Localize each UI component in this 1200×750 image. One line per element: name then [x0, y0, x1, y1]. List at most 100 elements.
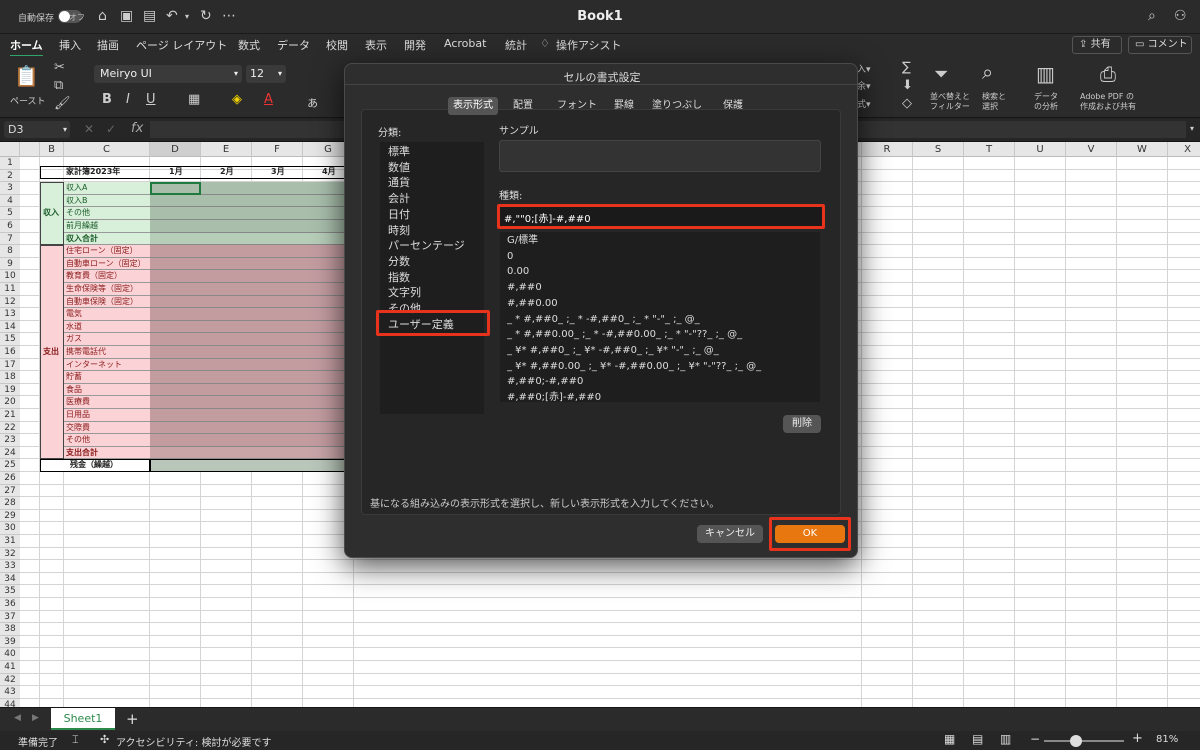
column-header[interactable]: B: [40, 142, 64, 157]
row-header[interactable]: 21: [0, 409, 20, 422]
expense-value-cells[interactable]: [150, 434, 354, 447]
income-value-cells[interactable]: [150, 220, 354, 233]
category-item[interactable]: 分数: [388, 254, 488, 270]
sheet-title[interactable]: 家計簿2023年: [66, 166, 120, 178]
column-header[interactable]: R: [862, 142, 913, 157]
format-list[interactable]: G/標準 0 0.00 #,##0 #,##0.00 _ * #,##0_ ;_ * -#…: [500, 232, 820, 402]
expense-item[interactable]: 電気: [66, 308, 82, 320]
income-value-cells[interactable]: [150, 207, 354, 220]
underline-icon[interactable]: U: [146, 92, 156, 107]
format-item[interactable]: _ * #,##0.00_ ;_ * -#,##0.00_ ;_ * "-"??…: [507, 327, 807, 343]
find-icon[interactable]: ⌕: [982, 60, 993, 84]
expense-item[interactable]: 教育費（固定）: [66, 270, 122, 282]
row-header[interactable]: 9: [0, 257, 20, 271]
row-header[interactable]: 29: [0, 509, 20, 523]
row-header[interactable]: 11: [0, 283, 20, 296]
category-item[interactable]: 標準: [388, 144, 488, 160]
copy-icon[interactable]: ⧉: [54, 78, 63, 93]
category-item[interactable]: 通貨: [388, 175, 488, 191]
tab-review[interactable]: 校閲: [326, 37, 348, 53]
expense-item[interactable]: その他: [66, 434, 90, 446]
analyze-data-icon[interactable]: ▥: [1036, 62, 1055, 86]
expense-item[interactable]: 日用品: [66, 409, 90, 421]
expense-item[interactable]: ガス: [66, 333, 82, 345]
add-sheet-icon[interactable]: +: [126, 710, 139, 728]
expense-value-cells[interactable]: [150, 308, 354, 321]
row-header[interactable]: 20: [0, 396, 20, 409]
search-icon[interactable]: ⌕: [1148, 8, 1156, 24]
dialog-tab-fill[interactable]: 塗りつぶし: [647, 97, 707, 115]
expense-item[interactable]: 交際費: [66, 422, 90, 434]
row-header[interactable]: 34: [0, 572, 20, 586]
zoom-level[interactable]: 81%: [1156, 734, 1178, 745]
column-header-a[interactable]: [20, 142, 40, 157]
expense-item[interactable]: 医療費: [66, 396, 90, 408]
row-header[interactable]: 8: [0, 245, 20, 258]
format-item[interactable]: _ ¥* #,##0.00_ ;_ ¥* -#,##0.00_ ;_ ¥* "-…: [507, 359, 807, 375]
prev-sheet-icon[interactable]: ◀: [14, 713, 21, 723]
row-header[interactable]: 41: [0, 661, 20, 674]
expense-value-cells[interactable]: [150, 396, 354, 409]
italic-icon[interactable]: I: [126, 92, 130, 107]
row-header[interactable]: 27: [0, 484, 20, 498]
zoom-slider-thumb[interactable]: [1070, 735, 1082, 747]
row-header[interactable]: 42: [0, 673, 20, 687]
row-header[interactable]: 26: [0, 472, 20, 485]
row-header[interactable]: 1: [0, 157, 20, 170]
category-item[interactable]: 時刻: [388, 223, 488, 239]
column-header[interactable]: X: [1168, 142, 1200, 157]
font-color-icon[interactable]: A: [264, 92, 273, 107]
balance-value-cells[interactable]: [150, 459, 354, 472]
expense-item[interactable]: 水道: [66, 321, 82, 333]
month-header[interactable]: 2月: [220, 166, 234, 178]
format-item[interactable]: #,##0;-#,##0: [507, 374, 807, 390]
share-button[interactable]: ⇪ 共有: [1072, 36, 1122, 54]
tell-me[interactable]: 操作アシスト: [556, 37, 622, 53]
dialog-tab-alignment[interactable]: 配置: [508, 97, 538, 115]
dialog-tab-protection[interactable]: 保護: [718, 97, 748, 115]
row-header[interactable]: 38: [0, 623, 20, 636]
row-header[interactable]: 6: [0, 220, 20, 233]
income-value-cells[interactable]: [150, 194, 354, 208]
fill-color-icon[interactable]: ◈: [232, 92, 242, 107]
fill-icon[interactable]: ⬇: [902, 78, 913, 93]
ok-button[interactable]: OK: [775, 525, 845, 543]
delete-button[interactable]: 削除: [783, 415, 821, 433]
row-header[interactable]: 31: [0, 535, 20, 548]
income-total[interactable]: 収入合計: [66, 233, 98, 245]
column-header[interactable]: U: [1015, 142, 1066, 157]
macro-record-icon[interactable]: ⌶: [72, 733, 79, 747]
category-item[interactable]: 会計: [388, 191, 488, 207]
income-item[interactable]: その他: [66, 207, 90, 219]
column-header[interactable]: C: [64, 142, 150, 157]
row-header[interactable]: 43: [0, 686, 20, 699]
income-item[interactable]: 収入B: [66, 195, 88, 207]
adobe-pdf-icon[interactable]: ⎙: [1100, 62, 1116, 86]
name-box[interactable]: D3 ▾: [4, 121, 70, 138]
row-header[interactable]: 23: [0, 434, 20, 447]
row-header[interactable]: 5: [0, 207, 20, 220]
row-header[interactable]: 16: [0, 346, 20, 359]
row-header[interactable]: 37: [0, 610, 20, 624]
column-header[interactable]: S: [913, 142, 964, 157]
tab-formulas[interactable]: 数式: [238, 37, 260, 53]
row-header[interactable]: 12: [0, 295, 20, 309]
tab-draw[interactable]: 描画: [97, 37, 119, 53]
row-header[interactable]: 10: [0, 270, 20, 283]
tab-acrobat[interactable]: Acrobat: [444, 37, 486, 50]
format-item[interactable]: G/標準: [507, 233, 807, 249]
format-item[interactable]: _ * #,##0_ ;_ * -#,##0_ ;_ * "-"_ ;_ @_: [507, 312, 807, 328]
balance-label[interactable]: 残金（繰越）: [70, 459, 118, 471]
expense-value-cells[interactable]: [150, 346, 354, 359]
category-item[interactable]: 数値: [388, 160, 488, 176]
expense-item[interactable]: 食品: [66, 384, 82, 396]
bold-icon[interactable]: B: [102, 92, 112, 107]
expense-value-cells[interactable]: [150, 358, 354, 372]
row-header[interactable]: 39: [0, 635, 20, 649]
row-header[interactable]: 14: [0, 320, 20, 334]
sort-filter-icon[interactable]: ⏷: [934, 64, 948, 85]
month-header[interactable]: 4月: [322, 166, 336, 178]
expense-value-cells[interactable]: [150, 257, 354, 271]
row-header[interactable]: 18: [0, 371, 20, 384]
dialog-tab-number[interactable]: 表示形式: [448, 97, 498, 115]
